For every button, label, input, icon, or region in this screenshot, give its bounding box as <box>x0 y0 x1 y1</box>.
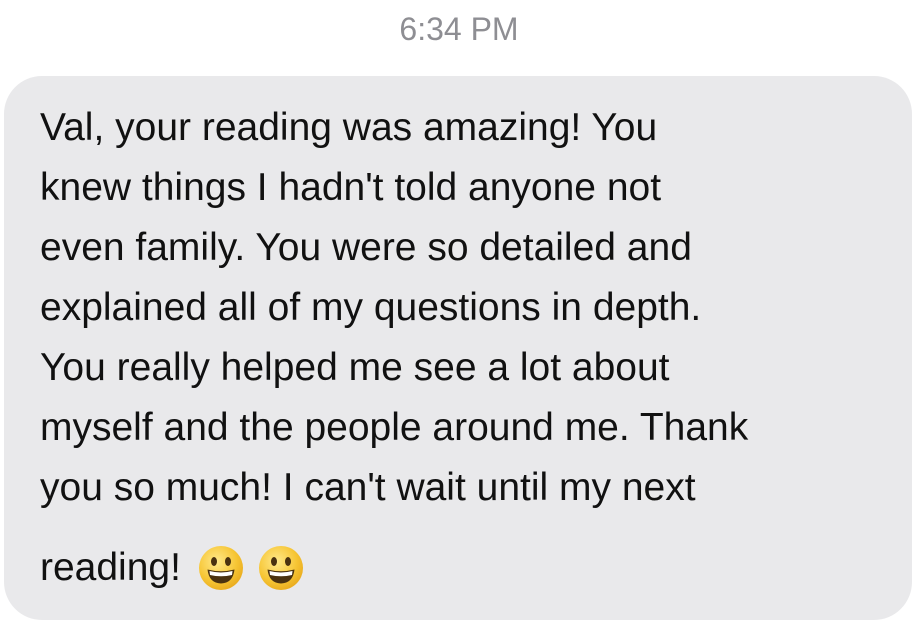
message-line: reading! <box>40 546 181 589</box>
message-line: myself and the people around me. Thank <box>40 406 749 449</box>
message-last-line: reading! <box>40 538 890 598</box>
message-timestamp: 6:34 PM <box>399 11 519 47</box>
message-line: Val, your reading was amazing! You <box>40 106 658 149</box>
message-line: knew things I hadn't told anyone not <box>40 166 662 209</box>
message-line: you so much! I can't wait until my next <box>40 466 696 509</box>
grinning-face-icon <box>198 546 243 590</box>
received-message-bubble[interactable]: Val, your reading was amazing! You knew … <box>4 76 912 620</box>
message-line: explained all of my questions in depth. <box>40 286 702 329</box>
grinning-face-icon <box>258 546 303 590</box>
message-body: Val, your reading was amazing! You knew … <box>40 104 890 598</box>
message-thread: 6:34 PM Val, your reading was amazing! Y… <box>0 0 918 638</box>
message-line: even family. You were so detailed and <box>40 226 692 269</box>
message-line: You really helped me see a lot about <box>40 346 670 389</box>
